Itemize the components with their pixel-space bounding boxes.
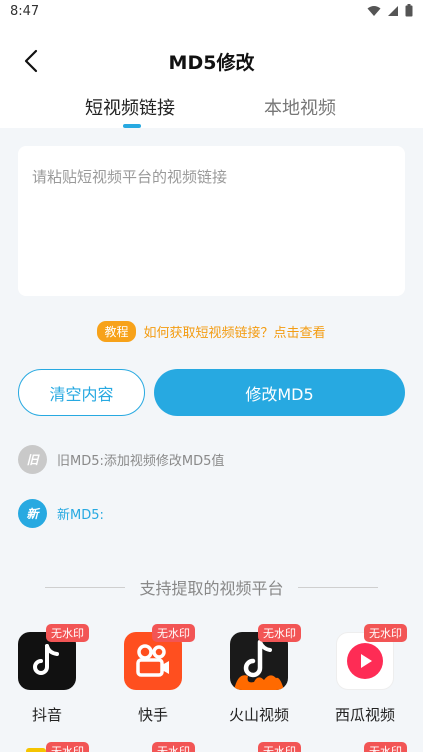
no-watermark-badge: 无水印: [258, 624, 301, 642]
old-md5-text: 旧MD5:添加视频修改MD5值: [57, 453, 225, 469]
old-md5-badge: 旧: [18, 444, 47, 474]
old-md5-row: 旧 旧MD5:添加视频修改MD5值: [18, 444, 224, 474]
no-watermark-badge: 无水印: [364, 624, 407, 642]
camera-icon: [136, 644, 169, 677]
no-watermark-badge: 无水印: [46, 624, 89, 642]
platform-name: 西瓜视频: [334, 706, 395, 724]
status-icons: [367, 4, 413, 17]
divider: [297, 586, 378, 588]
new-md5-badge: 新: [18, 498, 47, 528]
no-watermark-badge: 无水印: [364, 742, 407, 752]
tutorial-row: 教程 如何获取短视频链接？点击查看: [0, 320, 423, 342]
tab-indicator: [123, 124, 141, 128]
play-circle-icon: [347, 643, 383, 679]
music-note-icon: [33, 644, 59, 675]
wifi-icon: [367, 5, 381, 16]
platform-name: 抖音: [31, 706, 62, 724]
signal-icon: [388, 5, 398, 16]
video-link-placeholder: 请粘贴短视频平台的视频链接: [32, 168, 228, 186]
tutorial-badge: 教程: [97, 320, 136, 342]
platforms-section-title: 支持提取的视频平台: [0, 576, 423, 598]
platform-huoshan[interactable]: 无水印 火山视频: [214, 624, 304, 724]
tutorial-link[interactable]: 如何获取短视频链接？点击查看: [144, 322, 326, 341]
platform-douyin[interactable]: 无水印 抖音: [2, 624, 92, 724]
platforms-next-row: 无水印 无水印 无水印 无水印: [0, 742, 423, 752]
yellow-icon-edge: [26, 748, 46, 752]
platform-xigua[interactable]: 无水印 西瓜视频: [320, 624, 410, 724]
tab-bar: 短视频链接 本地视频: [0, 90, 423, 128]
platform-name: 快手: [137, 706, 168, 724]
new-md5-row: 新 新MD5:: [18, 498, 104, 528]
tab-local-video[interactable]: 本地视频: [264, 94, 336, 120]
no-watermark-badge: 无水印: [46, 742, 89, 752]
new-md5-text: 新MD5:: [57, 507, 104, 523]
clear-content-button[interactable]: 清空内容: [18, 369, 145, 416]
platform-kuaishou[interactable]: 无水印 快手: [108, 624, 198, 724]
modify-md5-button[interactable]: 修改MD5: [154, 369, 405, 416]
nav-bar: MD5修改: [0, 40, 423, 82]
battery-icon: [405, 4, 413, 17]
status-bar: 8:47: [0, 0, 423, 24]
platform-name: 火山视频: [228, 706, 289, 724]
no-watermark-badge: 无水印: [258, 742, 301, 752]
status-time: 8:47: [10, 4, 40, 19]
divider: [45, 586, 126, 588]
video-link-input[interactable]: 请粘贴短视频平台的视频链接: [18, 146, 405, 296]
no-watermark-badge: 无水印: [152, 624, 195, 642]
tab-short-video-link[interactable]: 短视频链接: [85, 94, 175, 120]
platforms-title-text: 支持提取的视频平台: [139, 579, 284, 598]
page-title: MD5修改: [168, 52, 255, 74]
no-watermark-badge: 无水印: [152, 742, 195, 752]
